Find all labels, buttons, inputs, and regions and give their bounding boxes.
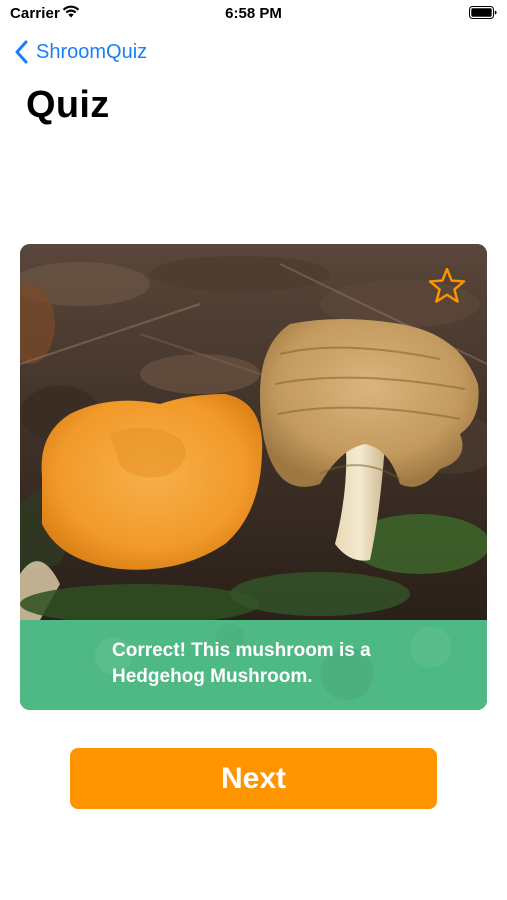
page-title: Quiz	[26, 84, 110, 126]
quiz-card: Correct! This mushroom is a Hedgehog Mus…	[20, 244, 487, 710]
back-button-label: ShroomQuiz	[36, 40, 148, 63]
status-time: 6:58 PM	[225, 5, 282, 22]
status-bar: Carrier 6:58 PM	[0, 0, 507, 28]
star-outline-icon[interactable]	[427, 266, 467, 306]
result-message: Correct! This mushroom is a Hedgehog Mus…	[112, 640, 371, 687]
chevron-left-icon	[15, 40, 28, 64]
result-banner: Correct! This mushroom is a Hedgehog Mus…	[20, 620, 487, 710]
mushroom-photo	[20, 244, 487, 620]
back-button[interactable]: ShroomQuiz	[14, 38, 147, 66]
next-button[interactable]: Next	[70, 748, 437, 809]
battery-icon	[469, 6, 497, 19]
